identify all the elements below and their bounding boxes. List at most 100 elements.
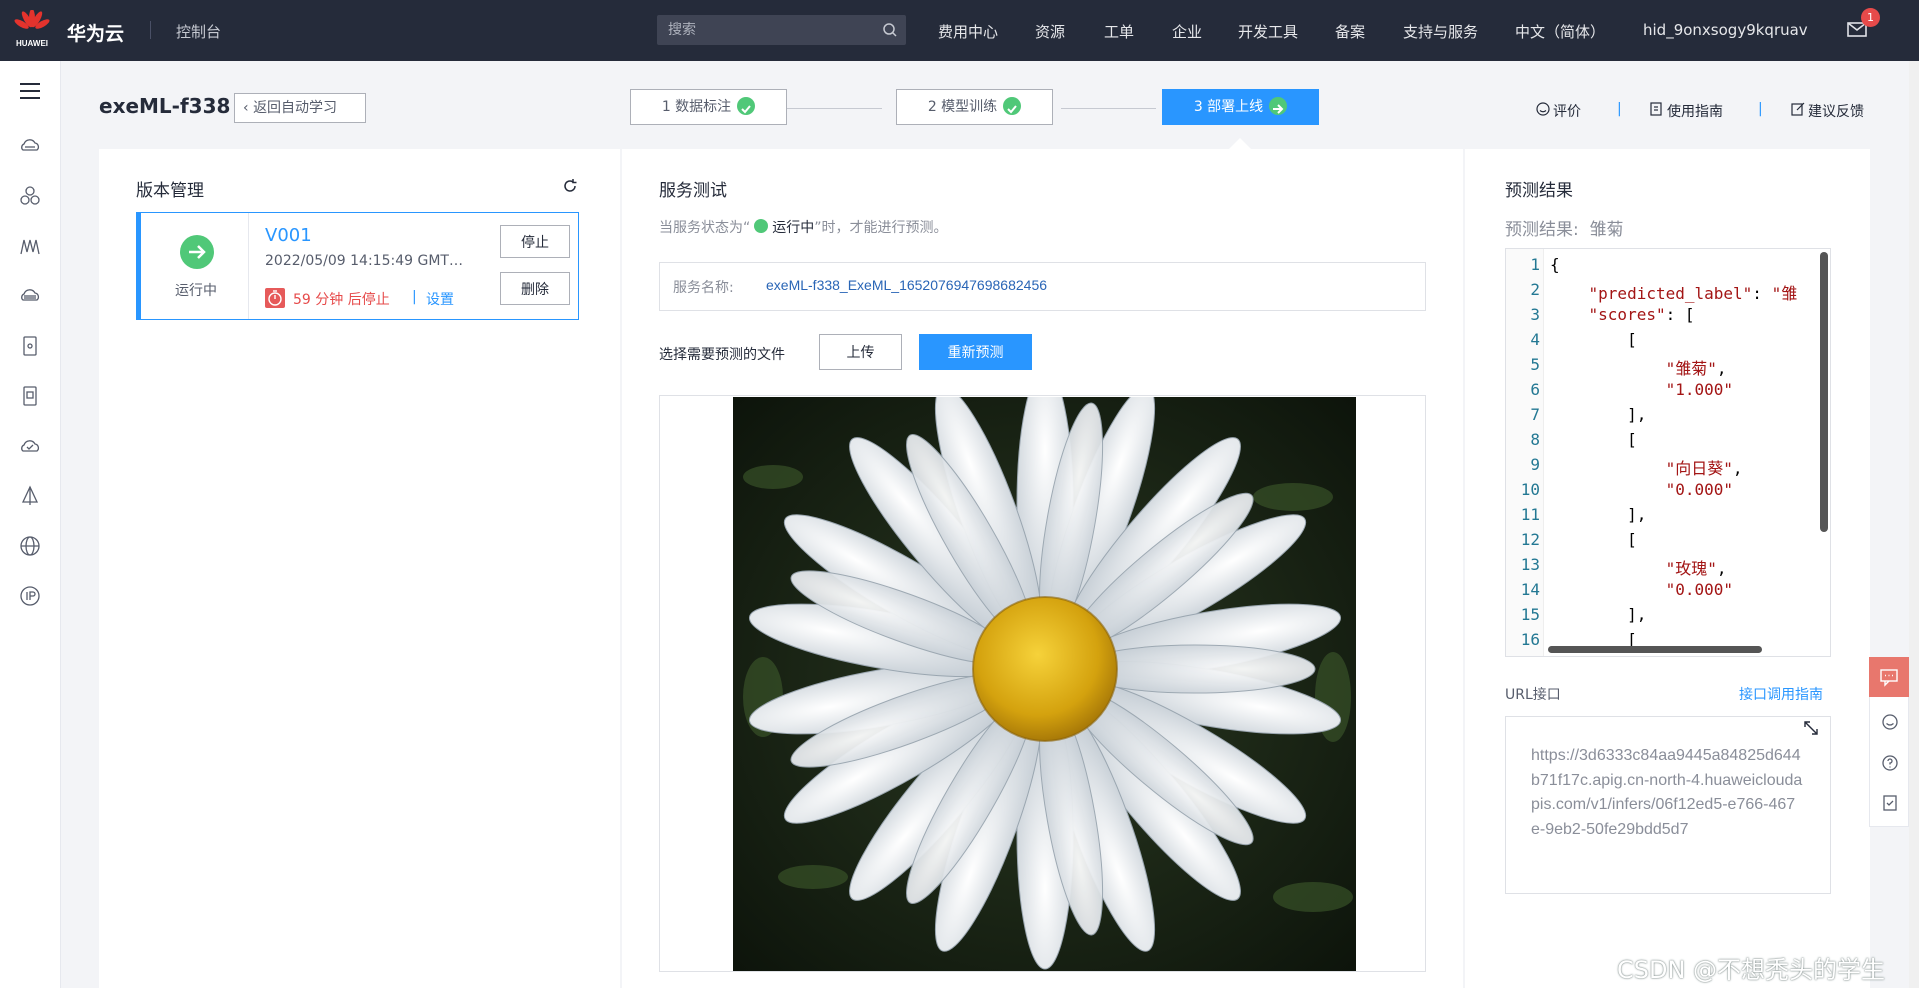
hint-prefix: 当服务状态为“: [659, 220, 751, 236]
cloud-backup-icon[interactable]: [18, 434, 42, 458]
feedback-link[interactable]: 建议反馈: [1808, 101, 1864, 121]
modelarts-icon[interactable]: [18, 234, 42, 258]
expand-icon[interactable]: [1802, 719, 1820, 737]
nav-dev-tools[interactable]: 开发工具: [1238, 21, 1298, 42]
globe-icon[interactable]: [18, 534, 42, 558]
line-number: 1: [1530, 255, 1540, 274]
daisy-photo: [733, 397, 1356, 971]
storage-icon[interactable]: [18, 284, 42, 308]
prediction-label: 预测结果:: [1505, 220, 1579, 240]
step-model-training[interactable]: 2 模型训练: [896, 89, 1053, 125]
step-label: 1 数据标注: [661, 99, 732, 115]
hint-status: 运行中: [772, 220, 815, 236]
horizontal-scrollbar[interactable]: [1548, 646, 1762, 653]
line-number: 5: [1530, 355, 1540, 374]
line-number: 7: [1530, 405, 1540, 424]
watermark: CSDN @不想秃头的学生: [1617, 956, 1886, 984]
nav-resources[interactable]: 资源: [1035, 21, 1065, 42]
edit-icon: [1791, 102, 1805, 116]
document-icon[interactable]: [18, 384, 42, 408]
url-box[interactable]: https://3d6333c84aa9445a84825d644b71f17c…: [1505, 716, 1831, 894]
cluster-icon[interactable]: [18, 184, 42, 208]
choose-file-label: 选择需要预测的文件: [659, 347, 785, 363]
console-link[interactable]: 控制台: [176, 21, 221, 42]
menu-icon[interactable]: [18, 79, 42, 103]
back-button[interactable]: ‹ 返回自动学习: [234, 93, 366, 123]
api-url[interactable]: https://3d6333c84aa9445a84825d644b71f17c…: [1531, 744, 1803, 842]
code-line: "向日葵",: [1665, 459, 1743, 478]
back-button-label: 返回自动学习: [253, 100, 338, 116]
help-icon[interactable]: [1880, 753, 1900, 773]
nav-username[interactable]: hid_9onxsogy9kqruav: [1643, 21, 1808, 39]
floating-toolbar: [1869, 657, 1909, 827]
chevron-left-icon: ‹: [243, 100, 254, 116]
nav-support[interactable]: 支持与服务: [1403, 21, 1478, 42]
brand-name[interactable]: 华为云: [67, 19, 124, 46]
divider: |: [1617, 101, 1622, 117]
device-icon[interactable]: [18, 334, 42, 358]
cloud-server-icon[interactable]: [18, 134, 42, 158]
step-connector: [787, 108, 882, 109]
page-title: exeML-f338: [99, 94, 231, 118]
line-number: 8: [1530, 430, 1540, 449]
settings-link[interactable]: 设置: [426, 289, 454, 309]
line-number: 10: [1520, 480, 1540, 499]
image-preview: [659, 395, 1426, 972]
code-line: [: [1550, 530, 1637, 549]
guide-icon: [1650, 102, 1662, 116]
user-guide-link[interactable]: 使用指南: [1667, 101, 1723, 121]
code-line: {: [1550, 255, 1560, 274]
prediction-title: 预测结果: [1505, 181, 1573, 201]
url-label: URL接口: [1505, 687, 1561, 703]
upload-button[interactable]: 上传: [819, 334, 902, 370]
step-data-labeling[interactable]: 1 数据标注: [630, 89, 787, 125]
ip-icon[interactable]: [18, 584, 42, 608]
huawei-logo[interactable]: HUAWEI: [12, 9, 52, 52]
search-input[interactable]: [657, 15, 872, 45]
version-card[interactable]: 运行中 V001 2022/05/09 14:15:49 GMT+08:00 5…: [136, 212, 579, 320]
auto-stop-countdown: 59 分钟 后停止: [293, 292, 390, 308]
prediction-summary: 预测结果: 雏菊: [1505, 215, 1624, 240]
feedback-icon[interactable]: [1880, 793, 1900, 813]
version-name[interactable]: V001: [265, 225, 312, 246]
line-number: 6: [1530, 380, 1540, 399]
nav-enterprise[interactable]: 企业: [1172, 21, 1202, 42]
service-name-value[interactable]: exeML-f338_ExeML_1652076947698682456: [766, 277, 1047, 293]
line-number: 14: [1520, 580, 1540, 599]
code-line: "玫瑰",: [1665, 559, 1727, 578]
network-icon[interactable]: [18, 484, 42, 508]
step-label: 2 模型训练: [927, 99, 998, 115]
step-label: 3 部署上线: [1193, 99, 1264, 115]
code-line: [: [1550, 430, 1637, 449]
nav-tickets[interactable]: 工单: [1104, 21, 1134, 42]
step-deploy[interactable]: 3 部署上线: [1162, 89, 1319, 125]
repredict-button[interactable]: 重新预测: [919, 334, 1032, 370]
chat-button[interactable]: [1869, 657, 1909, 697]
arrow-circle-icon: [1269, 97, 1288, 115]
refresh-icon[interactable]: [562, 178, 578, 194]
divider: [248, 213, 249, 319]
nav-billing[interactable]: 费用中心: [938, 21, 998, 42]
delete-button[interactable]: 删除: [500, 272, 570, 305]
nav-icp-filing[interactable]: 备案: [1335, 21, 1365, 42]
divider: |: [1758, 101, 1763, 117]
nav-language[interactable]: 中文（简体）: [1515, 21, 1605, 42]
stopwatch-icon: [265, 288, 285, 308]
api-guide-link[interactable]: 接口调用指南: [1739, 684, 1823, 704]
service-name-box: 服务名称: exeML-f338_ExeML_16520769476986824…: [659, 262, 1426, 311]
hint-suffix: ”时，才能进行预测。: [814, 220, 948, 236]
page-scrollbar[interactable]: [1909, 61, 1919, 988]
code-line: "0.000": [1665, 580, 1734, 599]
stop-button[interactable]: 停止: [500, 225, 570, 258]
line-number: 9: [1530, 455, 1540, 474]
rate-link[interactable]: 评价: [1553, 101, 1581, 121]
code-line: "predicted_label": "雏: [1588, 284, 1798, 303]
vertical-scrollbar[interactable]: [1820, 252, 1828, 532]
running-icon: [180, 235, 214, 269]
service-test-title: 服务测试: [659, 181, 727, 201]
line-number: 2: [1530, 280, 1540, 299]
smile-icon[interactable]: [1880, 712, 1900, 732]
json-result-editor[interactable]: 1{2 "predicted_label": "雏 3 "scores": [4 …: [1505, 248, 1831, 657]
chat-icon: [1880, 669, 1898, 687]
search-icon[interactable]: [882, 22, 898, 38]
